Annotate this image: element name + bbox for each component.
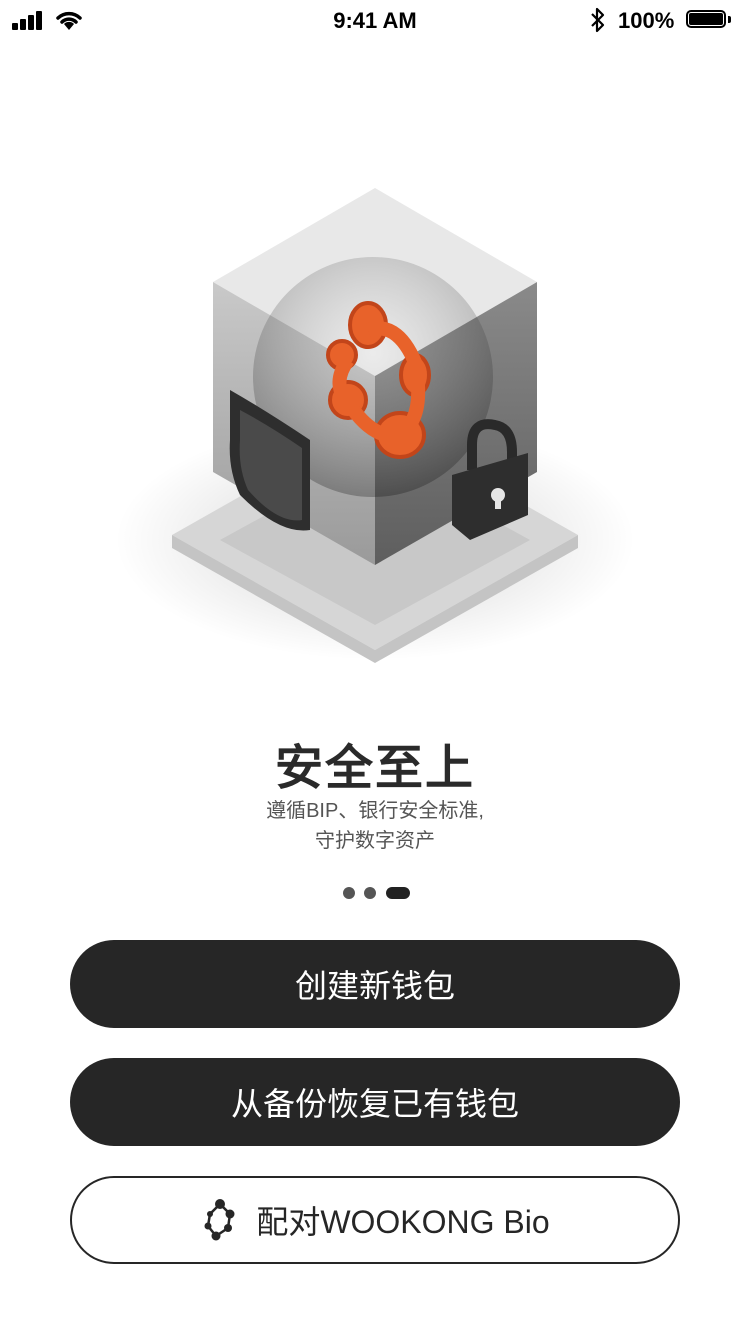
- wookong-bio-icon: [204, 1199, 235, 1241]
- page-dot-1[interactable]: [343, 887, 355, 899]
- battery-percent: 100%: [618, 8, 675, 33]
- pair-device-button[interactable]: 配对WOOKONG Bio: [70, 1176, 680, 1264]
- battery-icon: [686, 10, 732, 30]
- create-wallet-label: 创建新钱包: [294, 968, 455, 1004]
- onboarding-title: 安全至上: [274, 742, 475, 795]
- subtitle-line-1: 遵循BIP、银行安全标准,: [266, 800, 484, 822]
- status-bar: 9:41 AM 100%: [0, 0, 750, 40]
- page-dot-3-active[interactable]: [386, 887, 410, 899]
- page-indicator: [0, 886, 750, 900]
- security-cube-illustration: [115, 188, 635, 663]
- bluetooth-icon: [591, 7, 605, 33]
- create-wallet-button[interactable]: 创建新钱包: [70, 940, 680, 1028]
- restore-wallet-label: 从备份恢复已有钱包: [230, 1086, 519, 1122]
- page-dot-2[interactable]: [364, 887, 376, 899]
- onboarding-subtitle: 遵循BIP、银行安全标准, 守护数字资产: [0, 796, 750, 856]
- subtitle-line-2: 守护数字资产: [315, 830, 435, 852]
- pair-device-label: 配对WOOKONG Bio: [256, 1204, 550, 1240]
- restore-wallet-button[interactable]: 从备份恢复已有钱包: [70, 1058, 680, 1146]
